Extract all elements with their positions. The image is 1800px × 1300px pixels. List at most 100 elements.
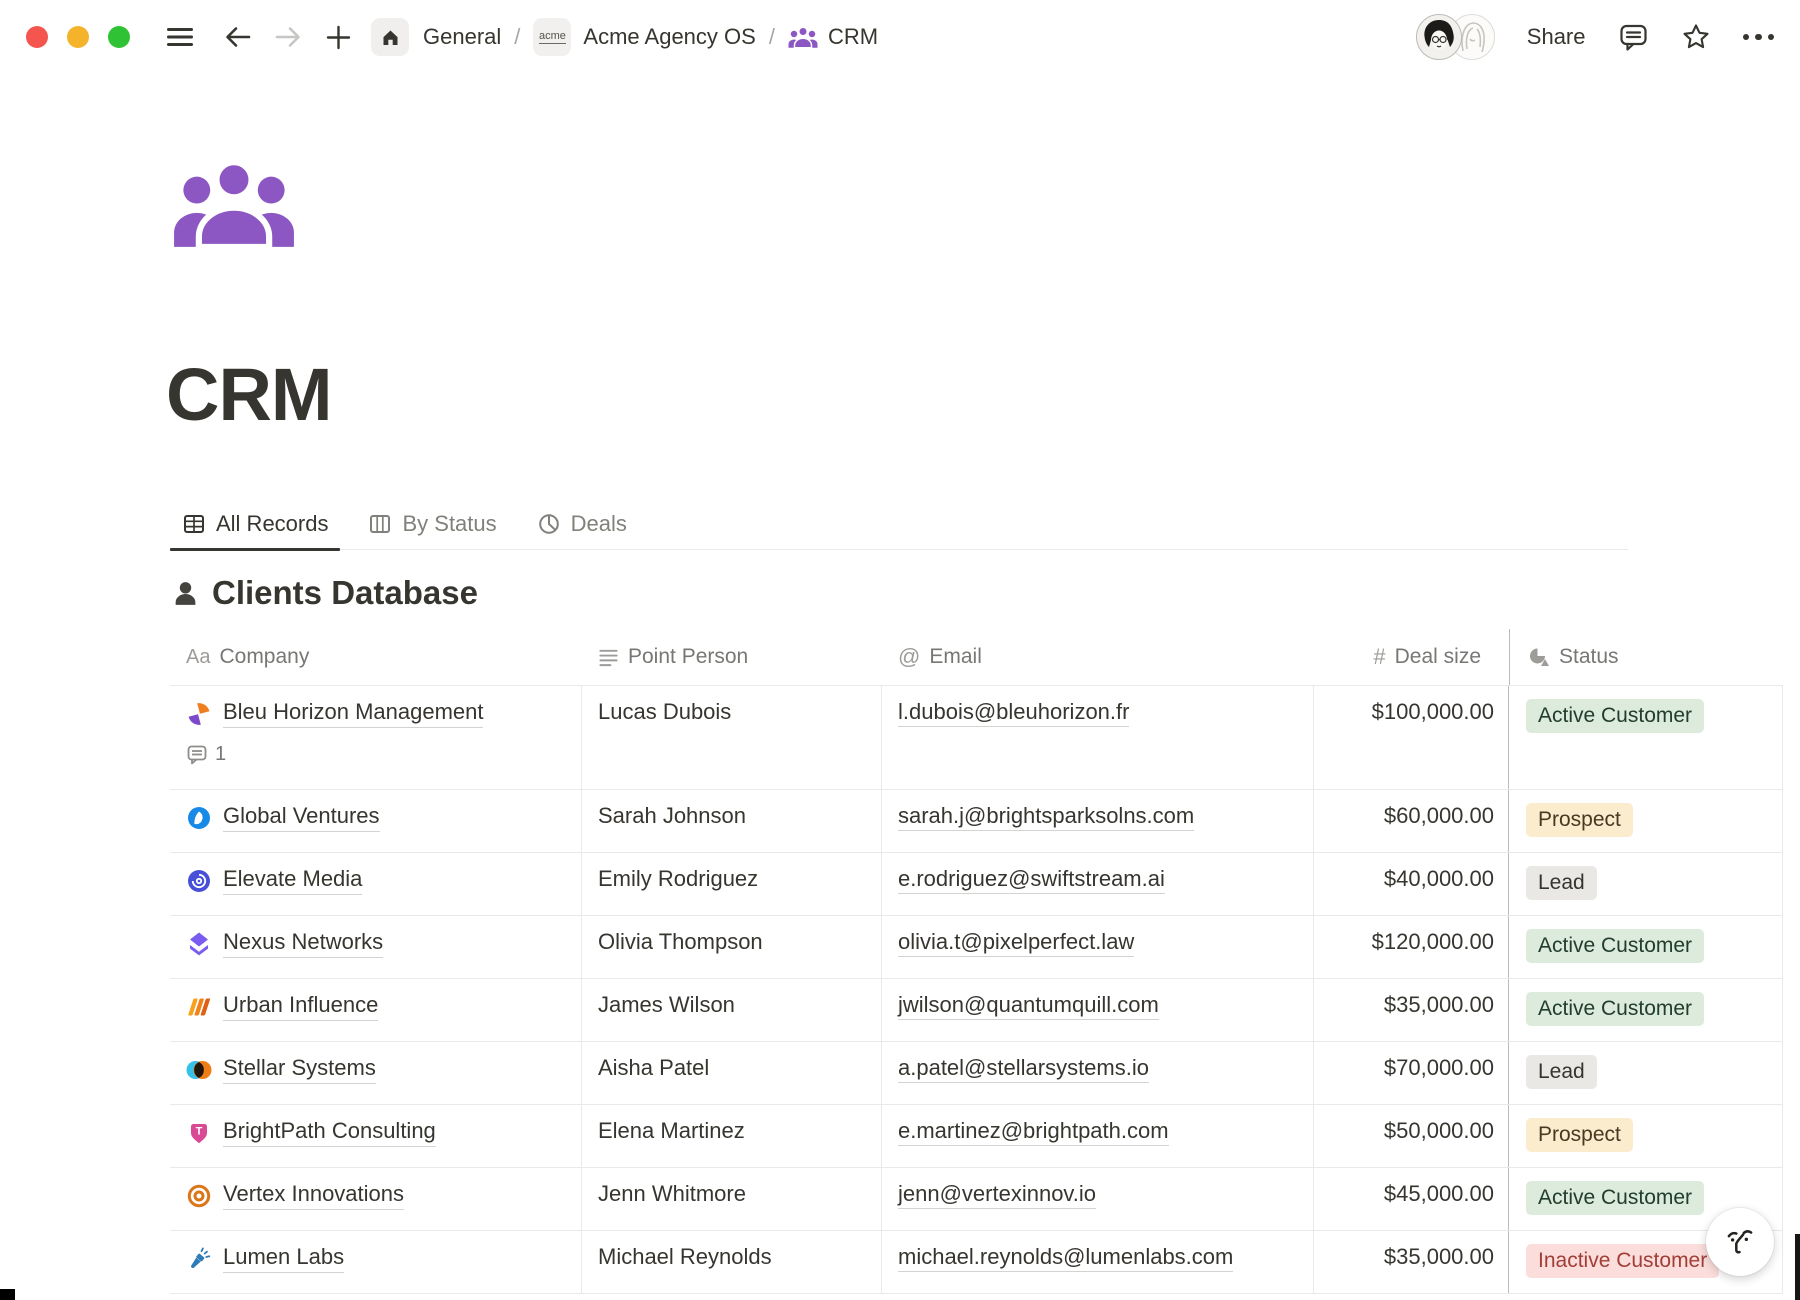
deal-size-cell[interactable]: $35,000.00 bbox=[1314, 979, 1509, 1041]
deal-size-cell[interactable]: $35,000.00 bbox=[1314, 1231, 1509, 1293]
status-cell[interactable]: Lead bbox=[1509, 1042, 1783, 1104]
status-cell[interactable]: Active Customer bbox=[1509, 979, 1783, 1041]
status-cell[interactable]: Prospect bbox=[1509, 790, 1783, 852]
sidebar-menu-icon[interactable] bbox=[166, 26, 194, 48]
status-badge[interactable]: Prospect bbox=[1526, 1118, 1633, 1152]
company-favicon bbox=[186, 1246, 212, 1272]
ai-face-icon bbox=[1721, 1223, 1759, 1261]
email-cell[interactable]: e.rodriguez@swiftstream.ai bbox=[882, 853, 1314, 915]
deal-size-cell[interactable]: $50,000.00 bbox=[1314, 1105, 1509, 1167]
acme-logo-badge[interactable]: acme bbox=[533, 18, 571, 56]
table-row: Stellar Systems Aisha Patel a.patel@stel… bbox=[170, 1042, 1783, 1105]
status-cell[interactable]: Active Customer bbox=[1509, 916, 1783, 978]
company-cell[interactable]: Nexus Networks bbox=[170, 916, 582, 978]
status-badge[interactable]: Active Customer bbox=[1526, 699, 1704, 733]
company-cell[interactable]: Lumen Labs bbox=[170, 1231, 582, 1293]
number-property-icon: # bbox=[1373, 644, 1385, 670]
status-cell[interactable]: Prospect bbox=[1509, 1105, 1783, 1167]
status-badge[interactable]: Active Customer bbox=[1526, 992, 1704, 1026]
deal-size-cell[interactable]: $100,000.00 bbox=[1314, 686, 1509, 789]
tab-all-records[interactable]: All Records bbox=[170, 498, 340, 549]
status-badge[interactable]: Lead bbox=[1526, 866, 1597, 900]
point-person-cell[interactable]: Aisha Patel bbox=[582, 1042, 882, 1104]
home-icon[interactable] bbox=[371, 18, 409, 56]
table-row: Global Ventures Sarah Johnson sarah.j@br… bbox=[170, 790, 1783, 853]
close-window-button[interactable] bbox=[26, 26, 48, 48]
deal-size-cell[interactable]: $70,000.00 bbox=[1314, 1042, 1509, 1104]
status-badge[interactable]: Active Customer bbox=[1526, 1181, 1704, 1215]
share-button[interactable]: Share bbox=[1527, 24, 1586, 50]
breadcrumb-page[interactable]: CRM bbox=[788, 24, 878, 50]
status-badge[interactable]: Lead bbox=[1526, 1055, 1597, 1089]
email-cell[interactable]: a.patel@stellarsystems.io bbox=[882, 1042, 1314, 1104]
table-row: Urban Influence James Wilson jwilson@qua… bbox=[170, 979, 1783, 1042]
page-icon-people[interactable] bbox=[172, 158, 296, 252]
column-header-email[interactable]: @ Email bbox=[882, 629, 1314, 685]
breadcrumb-workspace[interactable]: General bbox=[423, 24, 501, 50]
company-cell[interactable]: T BrightPath Consulting bbox=[170, 1105, 582, 1167]
company-cell[interactable]: Bleu Horizon Management 1 bbox=[170, 686, 582, 789]
company-favicon bbox=[186, 1183, 212, 1209]
favorite-star-icon[interactable] bbox=[1681, 22, 1711, 52]
column-header-company[interactable]: Aa Company bbox=[170, 629, 582, 685]
tab-deals[interactable]: Deals bbox=[525, 498, 639, 549]
deal-size-cell[interactable]: $40,000.00 bbox=[1314, 853, 1509, 915]
point-person-cell[interactable]: Olivia Thompson bbox=[582, 916, 882, 978]
deal-size-cell[interactable]: $120,000.00 bbox=[1314, 916, 1509, 978]
email-cell[interactable]: olivia.t@pixelperfect.law bbox=[882, 916, 1314, 978]
status-badge[interactable]: Prospect bbox=[1526, 803, 1633, 837]
table-row: Elevate Media Emily Rodriguez e.rodrigue… bbox=[170, 853, 1783, 916]
back-arrow-icon[interactable] bbox=[224, 24, 252, 50]
email-cell[interactable]: e.martinez@brightpath.com bbox=[882, 1105, 1314, 1167]
page-title[interactable]: CRM bbox=[166, 352, 332, 437]
email-cell[interactable]: jwilson@quantumquill.com bbox=[882, 979, 1314, 1041]
breadcrumb-separator: / bbox=[514, 24, 520, 50]
table-header-row: Aa Company Point Person @ Email # Deal s… bbox=[170, 629, 1783, 686]
point-person-cell[interactable]: Jenn Whitmore bbox=[582, 1168, 882, 1230]
avatar[interactable] bbox=[1416, 14, 1462, 60]
clients-table: Aa Company Point Person @ Email # Deal s… bbox=[170, 629, 1783, 1294]
column-header-deal-size[interactable]: # Deal size bbox=[1314, 629, 1509, 685]
point-person-cell[interactable]: Sarah Johnson bbox=[582, 790, 882, 852]
svg-text:T: T bbox=[196, 1125, 203, 1137]
company-favicon bbox=[186, 1057, 212, 1083]
email-cell[interactable]: sarah.j@brightsparksolns.com bbox=[882, 790, 1314, 852]
company-cell[interactable]: Stellar Systems bbox=[170, 1042, 582, 1104]
more-options-icon[interactable] bbox=[1743, 34, 1775, 41]
company-cell[interactable]: Vertex Innovations bbox=[170, 1168, 582, 1230]
deal-size-cell[interactable]: $45,000.00 bbox=[1314, 1168, 1509, 1230]
collaborator-avatars[interactable] bbox=[1416, 14, 1495, 60]
deal-size-cell[interactable]: $60,000.00 bbox=[1314, 790, 1509, 852]
point-person-cell[interactable]: Elena Martinez bbox=[582, 1105, 882, 1167]
point-person-cell[interactable]: James Wilson bbox=[582, 979, 882, 1041]
minimize-window-button[interactable] bbox=[67, 26, 89, 48]
column-header-point-person[interactable]: Point Person bbox=[582, 629, 882, 685]
point-person-cell[interactable]: Lucas Dubois bbox=[582, 686, 882, 789]
table-view-icon bbox=[182, 512, 206, 536]
column-header-status[interactable]: Status bbox=[1509, 629, 1783, 685]
notion-ai-button[interactable] bbox=[1706, 1208, 1774, 1276]
comment-count[interactable]: 1 bbox=[186, 743, 567, 766]
point-person-cell[interactable]: Michael Reynolds bbox=[582, 1231, 882, 1293]
new-page-plus-icon[interactable] bbox=[326, 25, 351, 50]
status-cell[interactable]: Active Customer bbox=[1509, 686, 1783, 789]
comment-icon bbox=[186, 744, 208, 766]
breadcrumb-app[interactable]: Acme Agency OS bbox=[583, 24, 755, 50]
company-cell[interactable]: Urban Influence bbox=[170, 979, 582, 1041]
company-favicon bbox=[186, 805, 212, 831]
company-cell[interactable]: Global Ventures bbox=[170, 790, 582, 852]
forward-arrow-icon[interactable] bbox=[274, 24, 302, 50]
status-badge[interactable]: Active Customer bbox=[1526, 929, 1704, 963]
people-icon bbox=[788, 26, 818, 48]
email-cell[interactable]: l.dubois@bleuhorizon.fr bbox=[882, 686, 1314, 789]
view-tabs: All Records By Status Deals bbox=[170, 498, 1628, 550]
tab-by-status[interactable]: By Status bbox=[356, 498, 508, 549]
comments-icon[interactable] bbox=[1618, 22, 1649, 52]
zoom-window-button[interactable] bbox=[108, 26, 130, 48]
point-person-cell[interactable]: Emily Rodriguez bbox=[582, 853, 882, 915]
status-cell[interactable]: Lead bbox=[1509, 853, 1783, 915]
email-cell[interactable]: michael.reynolds@lumenlabs.com bbox=[882, 1231, 1314, 1293]
status-badge[interactable]: Inactive Customer bbox=[1526, 1244, 1719, 1278]
email-cell[interactable]: jenn@vertexinnov.io bbox=[882, 1168, 1314, 1230]
company-cell[interactable]: Elevate Media bbox=[170, 853, 582, 915]
